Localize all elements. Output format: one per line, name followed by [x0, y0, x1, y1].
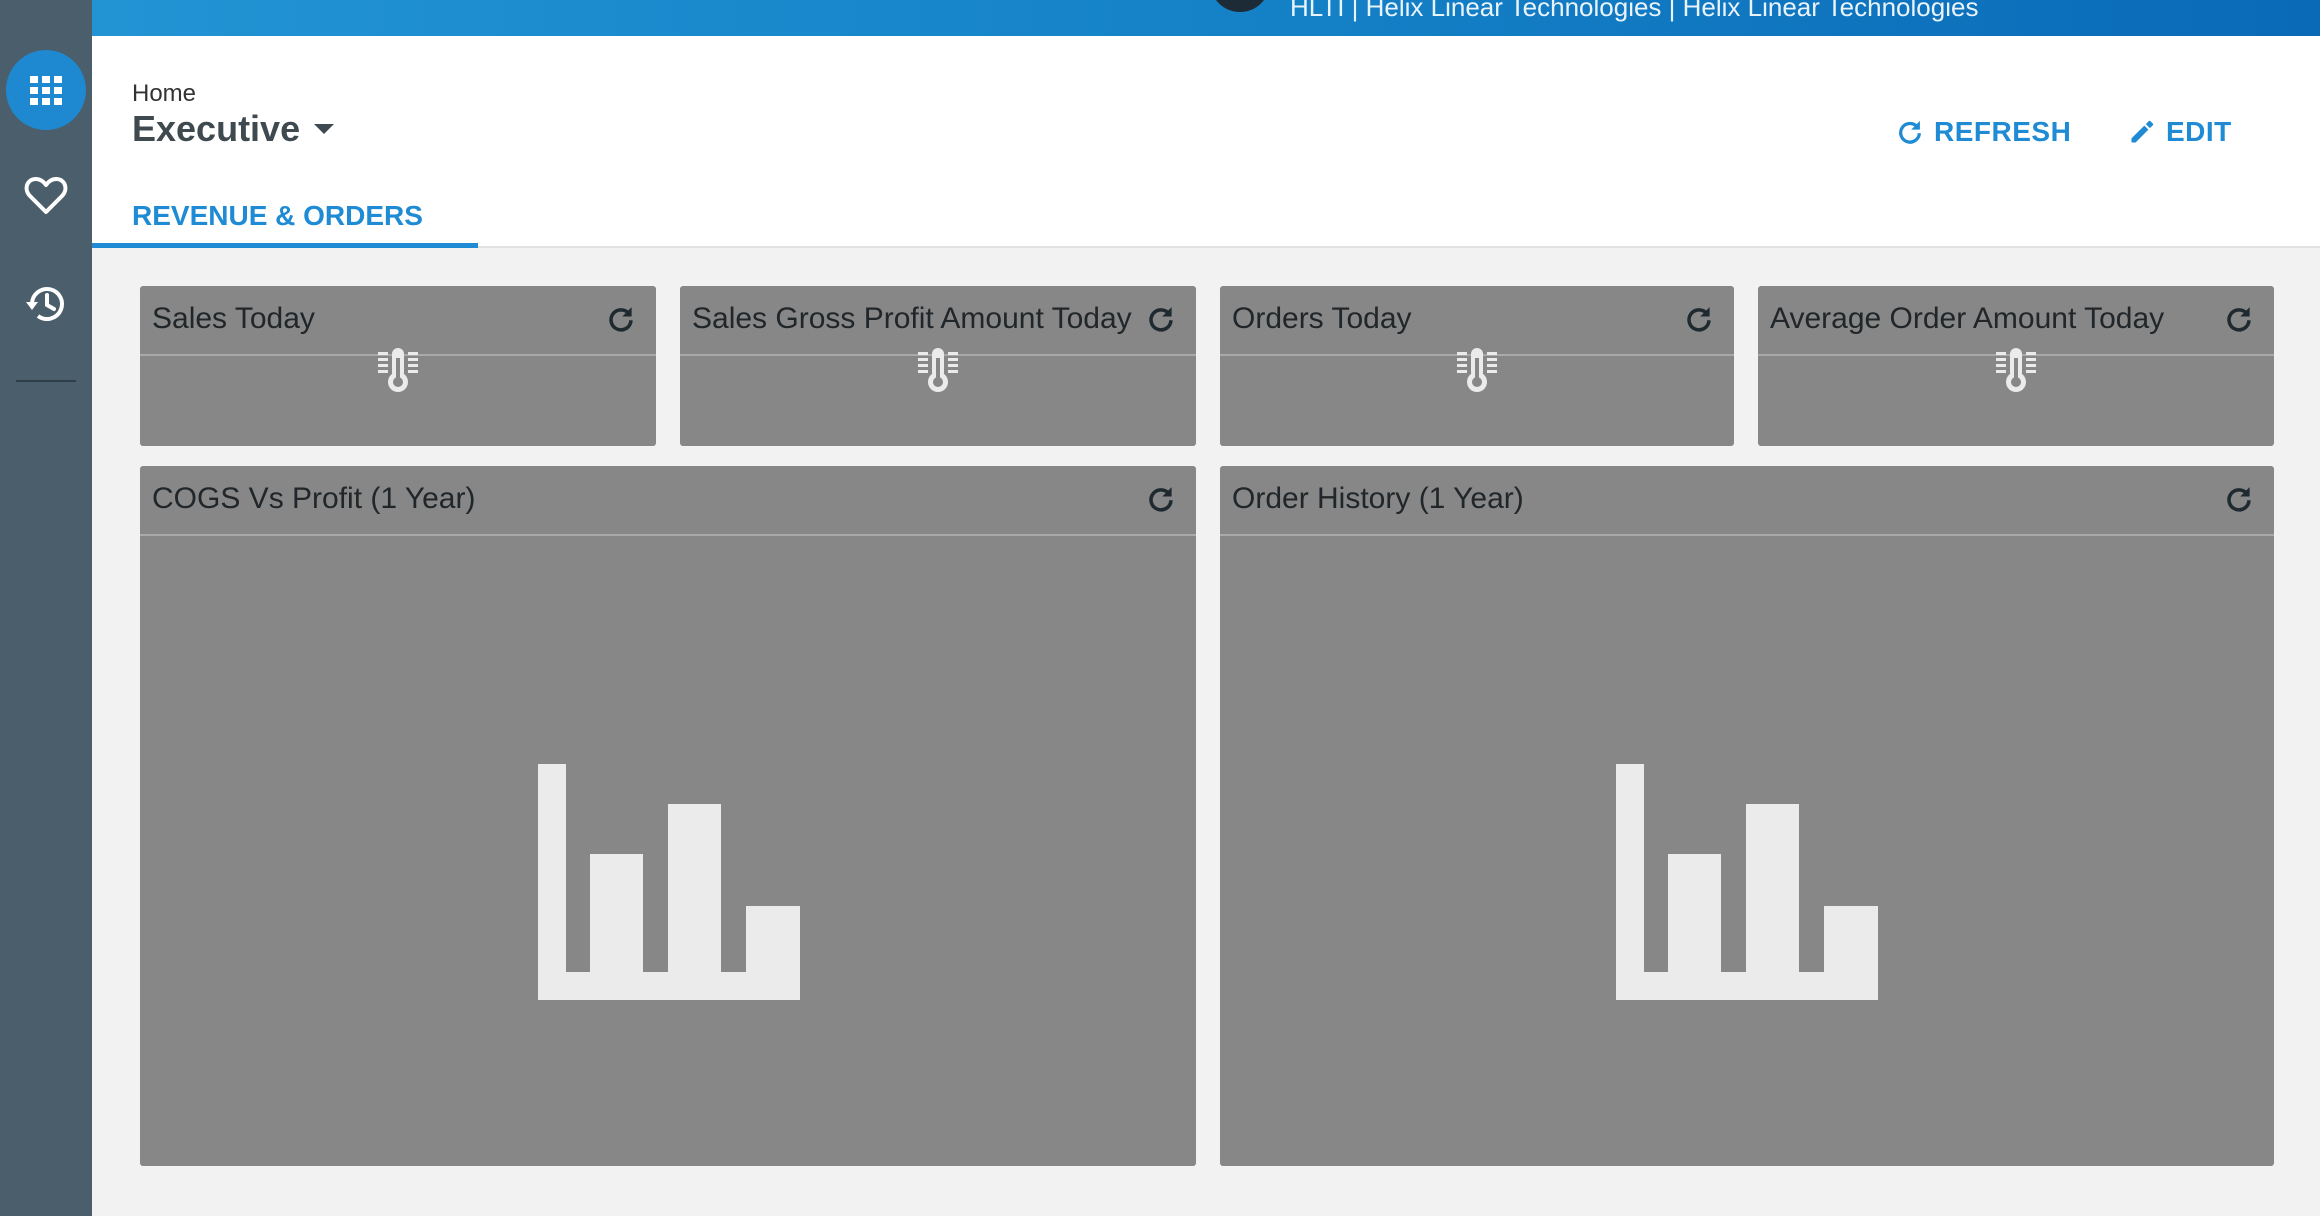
- kpi-widget-sales-today: Sales Today: [140, 286, 656, 446]
- refresh-icon[interactable]: [1146, 304, 1176, 334]
- page-title: Executive: [132, 108, 301, 149]
- refresh-icon[interactable]: [2224, 484, 2254, 514]
- tab-revenue-orders[interactable]: REVENUE & ORDERS: [92, 182, 478, 248]
- breadcrumb[interactable]: Home: [132, 80, 196, 108]
- refresh-icon[interactable]: [1684, 304, 1714, 334]
- kpi-widget-sales-gross-profit: Sales Gross Profit Amount Today: [680, 286, 1196, 446]
- thermometer-icon: [378, 348, 418, 392]
- user-avatar[interactable]: [1210, 0, 1270, 12]
- refresh-icon[interactable]: [606, 304, 636, 334]
- widget-header: COGS Vs Profit (1 Year): [140, 466, 1196, 536]
- tenant-label[interactable]: HLTI | Helix Linear Technologies | Helix…: [1290, 0, 1978, 23]
- refresh-label: REFRESH: [1934, 116, 2072, 147]
- refresh-icon[interactable]: [2224, 304, 2254, 334]
- nav-favorites-button[interactable]: [6, 156, 86, 236]
- nav-history-button[interactable]: [6, 264, 86, 344]
- bar-chart-placeholder-icon: [1616, 764, 1878, 1000]
- thermometer-icon: [918, 348, 958, 392]
- app-root: HLTI | Helix Linear Technologies | Helix…: [0, 0, 2320, 1216]
- thermometer-icon: [1457, 348, 1497, 392]
- edit-button[interactable]: EDIT: [2128, 116, 2232, 148]
- kpi-widget-orders-today: Orders Today: [1220, 286, 1734, 446]
- chevron-down-icon: [314, 124, 335, 134]
- edit-label: EDIT: [2166, 116, 2232, 147]
- page-header: Home Executive REFRESH EDIT REVENUE & OR…: [92, 36, 2320, 248]
- chart-widget-cogs-vs-profit: COGS Vs Profit (1 Year): [140, 466, 1196, 1166]
- widget-title: Order History (1 Year): [1232, 482, 1524, 515]
- refresh-button[interactable]: REFRESH: [1896, 116, 2071, 148]
- widget-title: Average Order Amount Today: [1770, 302, 2165, 335]
- tab-label: REVENUE & ORDERS: [132, 200, 423, 231]
- heart-icon: [24, 176, 68, 214]
- dashboard-selector[interactable]: Executive: [132, 108, 335, 150]
- bar-chart-placeholder-icon: [538, 764, 800, 1000]
- widget-title: Sales Gross Profit Amount Today: [692, 302, 1132, 335]
- thermometer-icon: [1996, 348, 2036, 392]
- refresh-icon: [1899, 120, 1921, 144]
- rail-divider: [16, 380, 76, 382]
- chart-widget-order-history: Order History (1 Year): [1220, 466, 2274, 1166]
- widget-title: COGS Vs Profit (1 Year): [152, 482, 476, 515]
- widget-title: Orders Today: [1232, 302, 1412, 335]
- history-icon: [26, 287, 64, 321]
- widget-header: Order History (1 Year): [1220, 466, 2274, 536]
- nav-apps-button[interactable]: [6, 50, 86, 130]
- grid-icon: [30, 76, 62, 105]
- top-bar: HLTI | Helix Linear Technologies | Helix…: [92, 0, 2320, 36]
- pencil-icon: [2131, 120, 2154, 143]
- left-nav-rail: [0, 0, 92, 1216]
- widget-title: Sales Today: [152, 302, 315, 335]
- kpi-widget-average-order-amount: Average Order Amount Today: [1758, 286, 2274, 446]
- refresh-icon[interactable]: [1146, 484, 1176, 514]
